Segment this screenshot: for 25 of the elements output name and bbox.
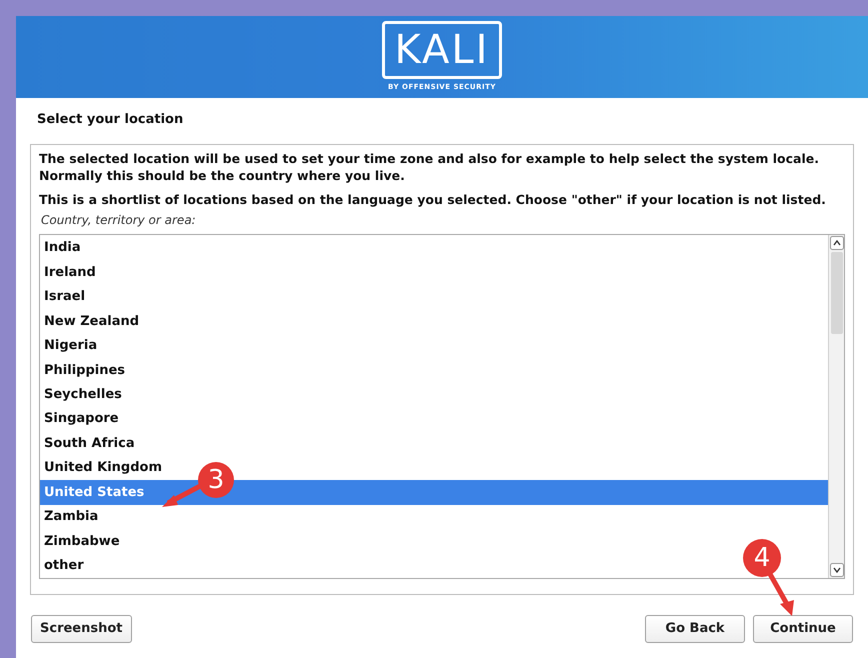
scrollbar[interactable] — [828, 235, 844, 578]
location-item[interactable]: Seychelles — [40, 382, 126, 407]
dialog-button[interactable]: Continue — [753, 615, 853, 643]
location-item[interactable]: Nigeria — [40, 334, 102, 358]
location-item[interactable]: other — [40, 553, 88, 578]
description-text: This is a shortlist of locations based on the language you selected. Choose "other" if your location is not listed. — [39, 191, 827, 208]
location-item[interactable]: United Kingdom — [40, 456, 166, 480]
location-item[interactable]: Zimbabwe — [40, 529, 124, 554]
scroll-thumb[interactable] — [830, 252, 842, 334]
scroll-up-icon[interactable] — [830, 236, 844, 250]
dialog-button[interactable]: Go Back — [645, 615, 745, 643]
description-text: The selected location will be used to set your time zone and also for example to help select the system locale. Normally this should be the country where you live. — [39, 150, 820, 184]
location-item[interactable]: Ireland — [40, 260, 100, 285]
location-item[interactable]: South Africa — [40, 431, 139, 456]
location-item[interactable]: New Zealand — [40, 309, 144, 334]
location-item[interactable]: Singapore — [40, 406, 123, 432]
dialog-button[interactable]: Screenshot — [31, 615, 132, 643]
page-title: Select your location — [36, 111, 184, 129]
logo: KALI — [382, 21, 502, 79]
location-item[interactable]: Zambia — [40, 504, 102, 530]
scroll-down-icon[interactable] — [830, 563, 844, 577]
location-item[interactable]: India — [40, 236, 85, 260]
location-item[interactable]: Philippines — [40, 358, 130, 383]
list-label: Country, territory or area: — [40, 212, 197, 229]
location-item[interactable]: Israel — [40, 284, 90, 310]
